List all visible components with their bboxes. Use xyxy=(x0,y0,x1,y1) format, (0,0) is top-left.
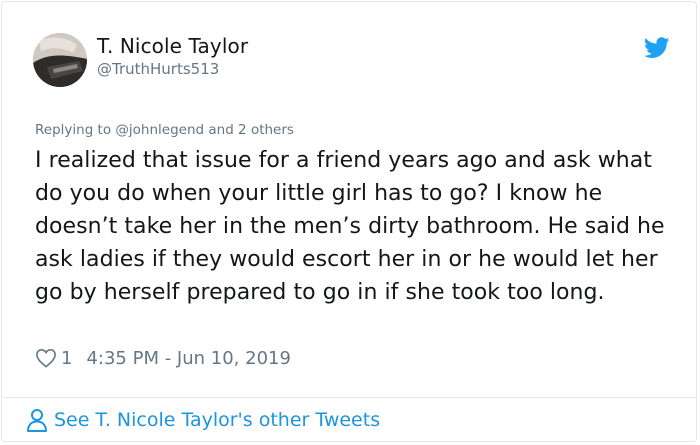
avatar-photo xyxy=(33,33,87,87)
heart-icon[interactable] xyxy=(35,348,57,368)
tweet-meta: 1 4:35 PM - Jun 10, 2019 xyxy=(35,345,291,371)
tweet-card: T. Nicole Taylor @TruthHurts513 Replying… xyxy=(1,1,697,442)
person-icon xyxy=(27,409,47,432)
like-count[interactable]: 1 xyxy=(61,348,72,369)
user-handle[interactable]: @TruthHurts513 xyxy=(97,60,219,78)
avatar[interactable] xyxy=(33,33,87,87)
display-name[interactable]: T. Nicole Taylor xyxy=(97,34,248,58)
replying-to[interactable]: Replying to @johnlegend and 2 others xyxy=(35,122,294,138)
see-other-tweets-label[interactable]: See T. Nicole Taylor's other Tweets xyxy=(54,409,380,431)
see-other-tweets-link[interactable]: See T. Nicole Taylor's other Tweets xyxy=(26,408,380,432)
tweet-timestamp[interactable]: 4:35 PM - Jun 10, 2019 xyxy=(86,348,290,369)
twitter-bird-icon[interactable] xyxy=(644,37,670,59)
tweet-text: I realized that issue for a friend years… xyxy=(35,148,665,305)
divider xyxy=(3,397,695,398)
